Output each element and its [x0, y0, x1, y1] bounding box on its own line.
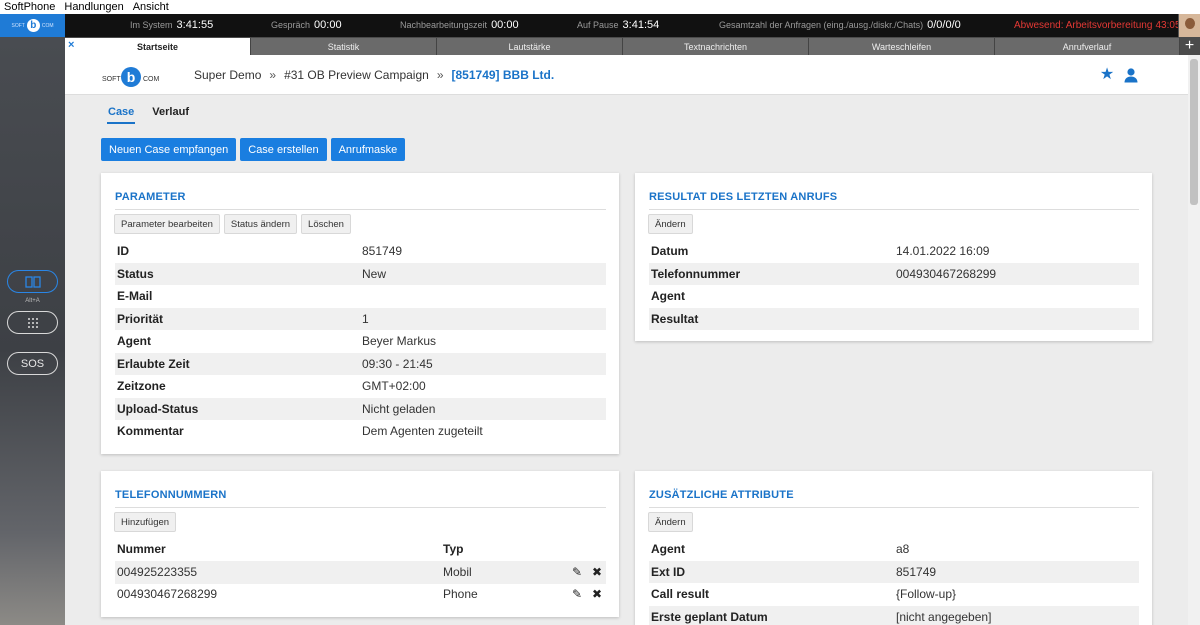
- table-row: Resultat: [649, 307, 1139, 330]
- table-row: Priorität 1: [115, 307, 606, 330]
- subtab-case[interactable]: Case: [107, 106, 136, 124]
- table-row: Kommentar Dem Agenten zugeteilt: [117, 424, 483, 439]
- breadcrumb-item-super-demo[interactable]: Super Demo: [194, 68, 261, 82]
- book-icon: [24, 275, 41, 288]
- dialpad-icon: [27, 317, 38, 328]
- sos-button[interactable]: SOS: [7, 352, 58, 375]
- add-phone-button[interactable]: Hinzufügen: [114, 512, 177, 532]
- table-row: Agent: [651, 289, 685, 304]
- breadcrumb-item-campaign[interactable]: #31 OB Preview Campaign: [284, 68, 429, 82]
- phone-numbers-card: TELEFONNUMMERN Hinzufügen Nummer Typ 004…: [101, 471, 619, 617]
- vertical-scrollbar[interactable]: [1188, 55, 1200, 625]
- delete-x-icon[interactable]: ✖: [591, 587, 603, 601]
- user-icon[interactable]: [1123, 67, 1139, 83]
- user-avatar[interactable]: [1178, 14, 1200, 37]
- left-sidebar: SOFT b COM Alt+A SOS: [0, 14, 65, 625]
- subtab-verlauf[interactable]: Verlauf: [151, 106, 190, 124]
- last-call-result-title: RESULTAT DES LETZTEN ANRUFS: [649, 191, 838, 203]
- delete-x-icon[interactable]: ✖: [591, 565, 603, 579]
- page-header: SOFT b COM Super Demo» #31 OB Preview Cam…: [65, 55, 1188, 95]
- table-row: Status New: [115, 262, 606, 285]
- change-status-button[interactable]: Status ändern: [223, 214, 298, 234]
- table-row: Erlaubte Zeit 09:30 - 21:45: [115, 352, 606, 375]
- status-im-system: Im System 3:41:55: [130, 19, 214, 31]
- table-row: Ext ID 851749: [649, 560, 1139, 583]
- breadcrumb: Super Demo» #31 OB Preview Campaign» [8517…: [194, 68, 555, 82]
- status-bar: Im System 3:41:55 Gespräch 00:00 Nachbearb…: [65, 14, 1200, 37]
- tab-statistik[interactable]: Statistik: [251, 38, 437, 55]
- case-subtabs: Case Verlauf: [107, 106, 206, 124]
- change-attributes-button[interactable]: Ändern: [648, 512, 693, 532]
- tab-lautstaerke[interactable]: Lautstärke: [437, 38, 623, 55]
- table-row: Zeitzone GMT+02:00: [117, 379, 426, 394]
- delete-button[interactable]: Löschen: [301, 214, 351, 234]
- tab-textnachrichten[interactable]: Textnachrichten: [623, 38, 809, 55]
- parameter-title: PARAMETER: [115, 191, 186, 203]
- edit-pencil-icon[interactable]: ✎: [571, 587, 583, 601]
- dialpad-button[interactable]: [7, 311, 58, 334]
- close-tab-icon[interactable]: ×: [68, 39, 74, 51]
- add-tab-icon[interactable]: +: [1179, 37, 1200, 55]
- softcom-logo: SOFT b COM: [102, 67, 160, 87]
- table-row: ID 851749: [117, 244, 403, 259]
- status-nachbearbeitung: Nachbearbeitungszeit 00:00: [400, 19, 519, 31]
- column-header-number: Nummer: [117, 542, 166, 556]
- status-pause: Auf Pause 3:41:54: [577, 19, 660, 31]
- edit-parameters-button[interactable]: Parameter bearbeiten: [114, 214, 220, 234]
- table-row: 004925223355 Mobil ✎ ✖: [115, 561, 606, 584]
- table-row: E-Mail: [117, 289, 153, 304]
- parameter-card: PARAMETER Parameter bearbeiten Status än…: [101, 173, 619, 454]
- divider: [649, 507, 1139, 508]
- last-call-result-card: RESULTAT DES LETZTEN ANRUFS Ändern Datum…: [635, 173, 1152, 341]
- additional-attributes-title: ZUSÄTZLICHE ATTRIBUTE: [649, 489, 794, 501]
- attributes-table: Agent a8 Ext ID 851749 Call result {Follow-…: [649, 538, 1139, 625]
- table-row: 004930467268299 Phone ✎ ✖: [117, 587, 603, 602]
- parameter-table: ID 851749 Status New E-Mail Priorität 1 Age…: [115, 240, 606, 443]
- edit-pencil-icon[interactable]: ✎: [571, 565, 583, 579]
- app-menubar: SoftPhone Handlungen Ansicht: [0, 0, 1200, 14]
- table-row: Datum 14.01.2022 16:09: [651, 244, 990, 259]
- table-row: Upload-Status Nicht geladen: [115, 397, 606, 420]
- column-header-type: Typ: [443, 542, 464, 556]
- case-actions: Neuen Case empfangen Case erstellen Anru…: [101, 138, 409, 161]
- table-row: Call result {Follow-up}: [651, 587, 957, 602]
- tab-warteschleifen[interactable]: Warteschleifen: [809, 38, 995, 55]
- additional-attributes-card: ZUSÄTZLICHE ATTRIBUTE Ändern Agent a8 Ext…: [635, 471, 1152, 625]
- softcom-logo-small: SOFT b COM: [0, 14, 65, 37]
- table-row: Telefonnummer 004930467268299: [649, 262, 1139, 285]
- menu-handlungen[interactable]: Handlungen: [64, 1, 123, 13]
- call-mask-button[interactable]: Anrufmaske: [330, 138, 406, 161]
- tab-startseite[interactable]: × Startseite: [65, 38, 251, 55]
- scrollbar-thumb[interactable]: [1190, 59, 1198, 205]
- table-row: Erste geplant Datum [nicht angegeben]: [649, 605, 1139, 625]
- main-tabbar: × Startseite Statistik Lautstärke Textna…: [65, 37, 1200, 55]
- menu-softphone[interactable]: SoftPhone: [4, 1, 55, 13]
- menu-ansicht[interactable]: Ansicht: [133, 1, 169, 13]
- cti-shortcut-caption: Alt+A: [25, 298, 40, 304]
- create-case-button[interactable]: Case erstellen: [240, 138, 327, 161]
- table-row: Agent Beyer Markus: [117, 334, 437, 349]
- away-status-dropdown[interactable]: Abwesend: Arbeitsvorbereitung 43:05 ▾: [1014, 19, 1189, 31]
- divider: [115, 209, 606, 210]
- table-row: Agent a8: [651, 542, 910, 557]
- status-gespraech: Gespräch 00:00: [271, 19, 342, 31]
- result-table: Datum 14.01.2022 16:09 Telefonnummer 00493…: [649, 240, 1139, 330]
- phone-numbers-title: TELEFONNUMMERN: [115, 489, 227, 501]
- status-anfragen: Gesamtzahl der Anfragen (eing./ausg./dis…: [719, 19, 961, 31]
- divider: [649, 209, 1139, 210]
- tab-anrufverlauf[interactable]: Anrufverlauf: [995, 38, 1180, 55]
- change-result-button[interactable]: Ändern: [648, 214, 693, 234]
- receive-case-button[interactable]: Neuen Case empfangen: [101, 138, 237, 161]
- divider: [115, 507, 606, 508]
- cti-panel-button[interactable]: [7, 270, 58, 293]
- breadcrumb-item-case: [851749] BBB Ltd.: [451, 68, 555, 82]
- star-icon[interactable]: ★: [1099, 67, 1115, 83]
